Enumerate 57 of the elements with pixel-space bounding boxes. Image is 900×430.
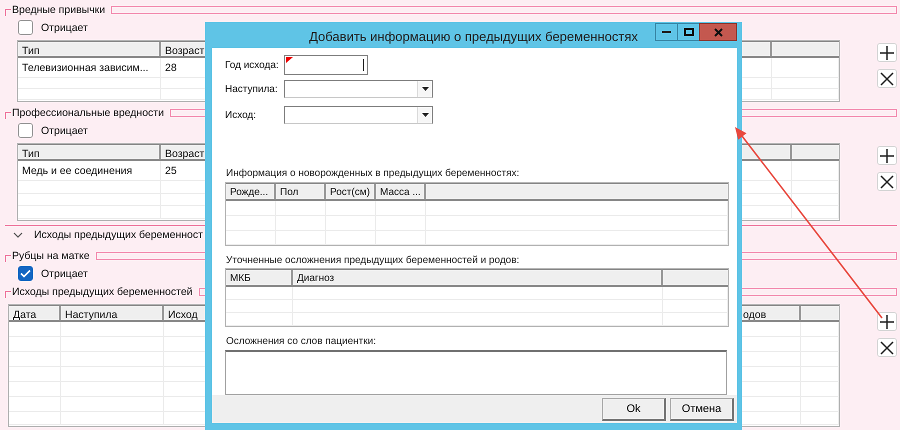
column-header[interactable]: Диагноз [293, 270, 663, 286]
checkbox-label: Отрицает [41, 268, 88, 280]
column-header[interactable]: Дата [9, 306, 61, 320]
section-label: Информация о новорожденных в предыдущих беременностях: [226, 168, 520, 180]
close-icon [714, 28, 722, 36]
remove-button[interactable] [877, 172, 897, 191]
close-icon [878, 338, 896, 356]
caret-icon [422, 113, 428, 117]
plus-icon [878, 146, 896, 164]
close-icon [878, 172, 896, 190]
window-title: Добавить информацию о предыдущих беременностях [309, 28, 638, 44]
column-header[interactable]: Рожде... [226, 184, 276, 199]
close-button[interactable] [699, 23, 737, 41]
checkbox[interactable] [18, 266, 33, 281]
caret-icon [422, 87, 428, 91]
checkbox-label: Отрицает [41, 124, 88, 136]
add-button[interactable] [877, 312, 897, 331]
column-header[interactable]: МКБ [226, 270, 293, 286]
plus-icon [878, 44, 896, 62]
section-title: Исходы предыдущих беременност [34, 228, 203, 240]
remove-button[interactable] [877, 338, 897, 357]
dropdown[interactable] [284, 106, 433, 124]
column-header[interactable]: Наступила [61, 306, 164, 320]
input-field[interactable] [284, 55, 368, 75]
remove-button[interactable] [877, 69, 897, 88]
plus-icon [878, 312, 896, 330]
chevron-down-icon[interactable] [12, 230, 24, 240]
checkbox[interactable] [18, 123, 33, 138]
minimize-icon [662, 31, 671, 33]
add-button[interactable] [877, 146, 897, 165]
field-label: Наступила: [225, 84, 279, 94]
table-cell: Медь и ее соединения [18, 161, 161, 180]
group-title: Профессиональные вредности [11, 106, 165, 118]
dialog-button[interactable]: Отмена [670, 398, 734, 420]
checkbox[interactable] [18, 20, 33, 35]
table-cell: Телевизионная зависим... [18, 58, 161, 77]
column-header[interactable]: Тип [18, 145, 161, 159]
group-title: Исходы предыдущих беременностей [11, 286, 194, 298]
maximize-icon [684, 28, 694, 36]
section-label: Осложнения со слов пациентки: [226, 336, 377, 348]
minimize-button[interactable] [655, 23, 678, 41]
column-header[interactable]: Масса ... [376, 184, 426, 199]
add-button[interactable] [877, 43, 897, 62]
text-area[interactable] [225, 350, 727, 396]
group-title: Вредные привычки [11, 4, 106, 16]
field-label: Год исхода: [225, 60, 280, 70]
section-label: Уточненные осложнения предыдущих беременностей и родов: [226, 254, 520, 266]
column-header[interactable]: Пол [276, 184, 326, 199]
column-header[interactable]: Рост(см) [326, 184, 376, 199]
maximize-button[interactable] [677, 23, 700, 41]
close-icon [878, 70, 896, 88]
field-label: Исход: [225, 110, 258, 120]
column-header[interactable]: Тип [18, 42, 161, 56]
checkbox-label: Отрицает [41, 22, 88, 34]
group-title: Рубцы на матке [11, 250, 91, 262]
dropdown[interactable] [284, 80, 433, 98]
dialog-button[interactable]: Ok [602, 398, 666, 420]
